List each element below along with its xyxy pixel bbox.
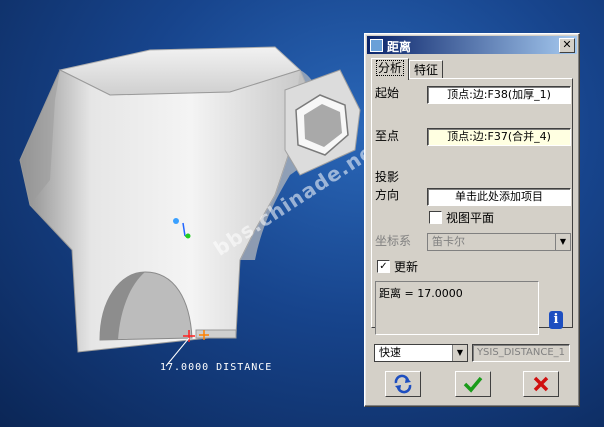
dialog-title: 距离: [387, 40, 412, 54]
repeat-icon: [394, 374, 412, 394]
update-checkbox[interactable]: ✓: [377, 260, 390, 273]
to-label: 至点: [375, 129, 400, 143]
dialog-titlebar[interactable]: 距离 ✕: [367, 36, 577, 54]
from-label: 起始: [375, 86, 400, 100]
dialog-app-icon: [370, 39, 383, 52]
repeat-button[interactable]: [385, 371, 421, 397]
coord-system-select[interactable]: 笛卡尔 ▼: [427, 233, 571, 251]
check-icon: [463, 376, 483, 393]
coord-system-value: 笛卡尔: [432, 235, 465, 248]
from-field[interactable]: 顶点:边:F38(加厚_1): [427, 86, 571, 104]
direction-label: 方向: [375, 188, 400, 202]
projection-label: 投影: [375, 170, 400, 184]
distance-annotation: 17.0000 DISTANCE: [160, 362, 273, 373]
direction-field[interactable]: 单击此处添加项目: [427, 188, 571, 206]
tab-analysis-label: 分析: [376, 60, 405, 76]
coord-system-label: 坐标系: [375, 234, 412, 248]
tab-analysis[interactable]: 分析: [371, 58, 410, 80]
mode-select[interactable]: 快速 ▼: [374, 344, 468, 362]
tab-feature[interactable]: 特征: [409, 60, 444, 79]
update-label: 更新: [394, 260, 419, 274]
analysis-name-field[interactable]: YSIS_DISTANCE_1: [472, 344, 570, 362]
tab-feature-label: 特征: [414, 63, 439, 77]
chevron-down-icon[interactable]: ▼: [555, 234, 570, 250]
ok-button[interactable]: [455, 371, 491, 397]
view-plane-checkbox[interactable]: [429, 211, 442, 224]
distance-dialog: 距离 ✕ 分析 特征 起始 顶点:边:F38(加厚_1) 至点 顶点:边:F37…: [364, 33, 580, 407]
result-textbox[interactable]: 距离 = 17.0000: [375, 281, 539, 335]
to-field[interactable]: 顶点:边:F37(合并_4): [427, 128, 571, 146]
chevron-down-icon[interactable]: ▼: [452, 345, 467, 361]
cancel-button[interactable]: [523, 371, 559, 397]
cross-icon: [533, 376, 549, 392]
close-icon[interactable]: ✕: [559, 38, 575, 53]
mode-value: 快速: [379, 346, 401, 359]
info-icon[interactable]: i: [549, 311, 563, 329]
view-plane-label: 视图平面: [446, 211, 495, 225]
